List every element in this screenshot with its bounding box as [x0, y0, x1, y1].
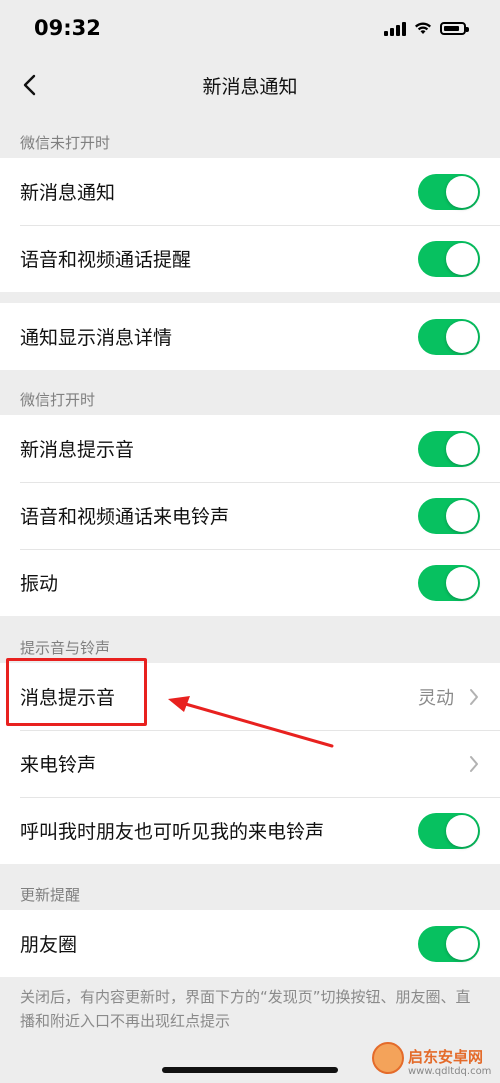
setting-label: 通知显示消息详情	[20, 327, 173, 349]
toggle-knob	[446, 433, 478, 465]
toggle-knob	[446, 815, 478, 847]
setting-label: 语音和视频通话提醒	[20, 249, 192, 271]
settings-group-updates: 朋友圈	[0, 910, 500, 977]
battery-icon	[440, 21, 469, 35]
chevron-right-icon	[470, 756, 478, 772]
home-indicator	[162, 1067, 338, 1073]
status-bar: 09:32	[0, 0, 500, 60]
toggle-knob	[446, 567, 478, 599]
toggle-show-details[interactable]	[418, 319, 480, 355]
chevron-right-icon	[470, 689, 478, 705]
watermark-url: www.qdltdq.com	[408, 1066, 492, 1077]
setting-row-message-sound: 新消息提示音	[0, 415, 500, 482]
annotation-highlight-box	[6, 658, 147, 726]
toggle-vibrate[interactable]	[418, 565, 480, 601]
setting-label: 新消息提示音	[20, 439, 135, 461]
section-header-closed: 微信未打开时	[20, 134, 111, 152]
status-time: 09:32	[34, 16, 101, 40]
watermark-text: 启东安卓网	[408, 1048, 484, 1066]
toggle-moments[interactable]	[418, 926, 480, 962]
settings-group-details: 通知显示消息详情	[0, 303, 500, 370]
setting-row-new-message-notify: 新消息通知	[0, 158, 500, 225]
section-header-updates: 更新提醒	[20, 886, 81, 904]
toggle-voice-video-alert[interactable]	[418, 241, 480, 277]
setting-row-voice-video-alert: 语音和视频通话提醒	[0, 225, 500, 292]
nav-bar: 新消息通知	[0, 60, 500, 110]
settings-group-closed: 新消息通知 语音和视频通话提醒	[0, 158, 500, 292]
toggle-knob	[446, 243, 478, 275]
setting-label: 新消息通知	[20, 182, 116, 204]
toggle-friends-hear-ringtone[interactable]	[418, 813, 480, 849]
cellular-signal-icon	[384, 20, 406, 36]
toggle-knob	[446, 928, 478, 960]
setting-row-call-ringtone: 语音和视频通话来电铃声	[0, 482, 500, 549]
setting-label: 朋友圈	[20, 934, 78, 956]
setting-label: 来电铃声	[20, 754, 97, 776]
toggle-new-message-notify[interactable]	[418, 174, 480, 210]
watermark-logo-icon	[372, 1042, 404, 1074]
status-icons	[384, 20, 469, 36]
setting-row-friends-hear-ringtone: 呼叫我时朋友也可听见我的来电铃声	[0, 797, 500, 864]
setting-label: 语音和视频通话来电铃声	[20, 506, 230, 528]
page-title: 新消息通知	[202, 76, 298, 98]
section-header-sounds: 提示音与铃声	[20, 639, 111, 657]
toggle-call-ringtone[interactable]	[418, 498, 480, 534]
setting-row-moments: 朋友圈	[0, 910, 500, 977]
setting-value: 灵动	[418, 688, 454, 709]
section-header-open: 微信打开时	[20, 391, 96, 409]
setting-label: 振动	[20, 573, 59, 595]
toggle-message-sound[interactable]	[418, 431, 480, 467]
annotation-arrow-icon	[168, 696, 334, 748]
setting-row-vibrate: 振动	[0, 549, 500, 616]
setting-label: 呼叫我时朋友也可听见我的来电铃声	[20, 821, 325, 843]
toggle-knob	[446, 176, 478, 208]
setting-row-show-details: 通知显示消息详情	[0, 303, 500, 370]
footer-note: 关闭后，有内容更新时，界面下方的“发现页”切换按钮、朋友圈、直播和附近入口不再出…	[20, 988, 471, 1030]
settings-group-open: 新消息提示音 语音和视频通话来电铃声 振动	[0, 415, 500, 616]
toggle-knob	[446, 321, 478, 353]
wifi-icon	[415, 22, 431, 34]
toggle-knob	[446, 500, 478, 532]
